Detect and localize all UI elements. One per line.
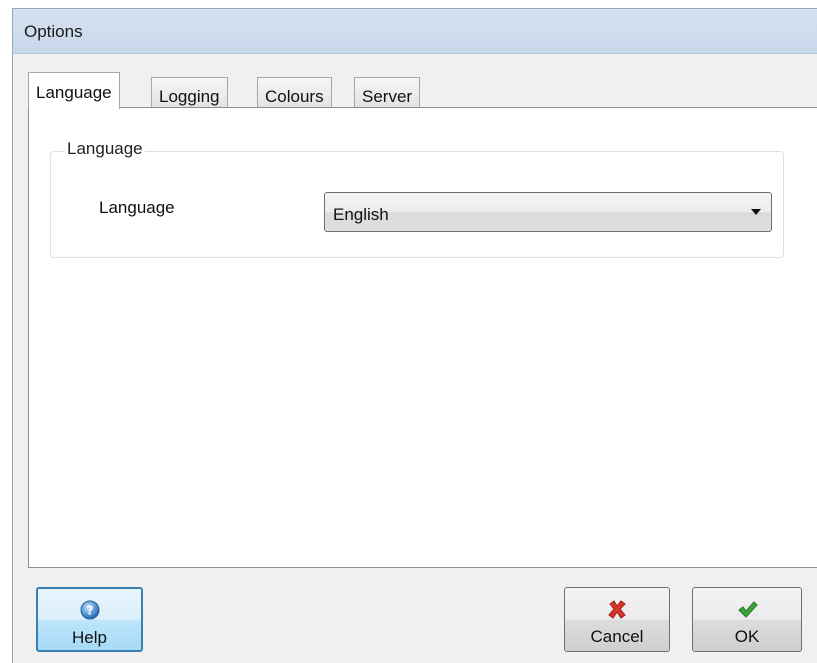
language-field-label: Language <box>99 198 175 217</box>
help-button[interactable]: ? Help <box>36 587 143 652</box>
options-dialog: Options Language Logging Colours Server … <box>12 8 817 663</box>
checkmark-icon <box>738 601 758 618</box>
tab-panel-language: Language Language English <box>28 107 817 568</box>
cancel-button[interactable]: Cancel <box>564 587 670 652</box>
cancel-x-icon <box>608 600 626 619</box>
ok-button[interactable]: OK <box>692 587 802 652</box>
ok-button-label: OK <box>734 627 760 646</box>
chevron-down-icon <box>751 209 761 215</box>
groupbox-legend: Language <box>65 139 145 159</box>
tab-colours[interactable]: Colours <box>257 77 332 108</box>
window-title: Options <box>24 22 83 41</box>
tab-logging[interactable]: Logging <box>151 77 228 108</box>
language-dropdown-value: English <box>333 205 389 224</box>
tab-server[interactable]: Server <box>354 77 421 108</box>
language-dropdown[interactable]: English <box>324 192 772 232</box>
tab-language[interactable]: Language <box>28 72 120 109</box>
help-button-label: Help <box>72 628 107 647</box>
cancel-button-label: Cancel <box>590 627 644 646</box>
svg-text:?: ? <box>86 604 93 618</box>
help-icon: ? <box>80 600 99 620</box>
title-bar: Options <box>13 9 817 54</box>
